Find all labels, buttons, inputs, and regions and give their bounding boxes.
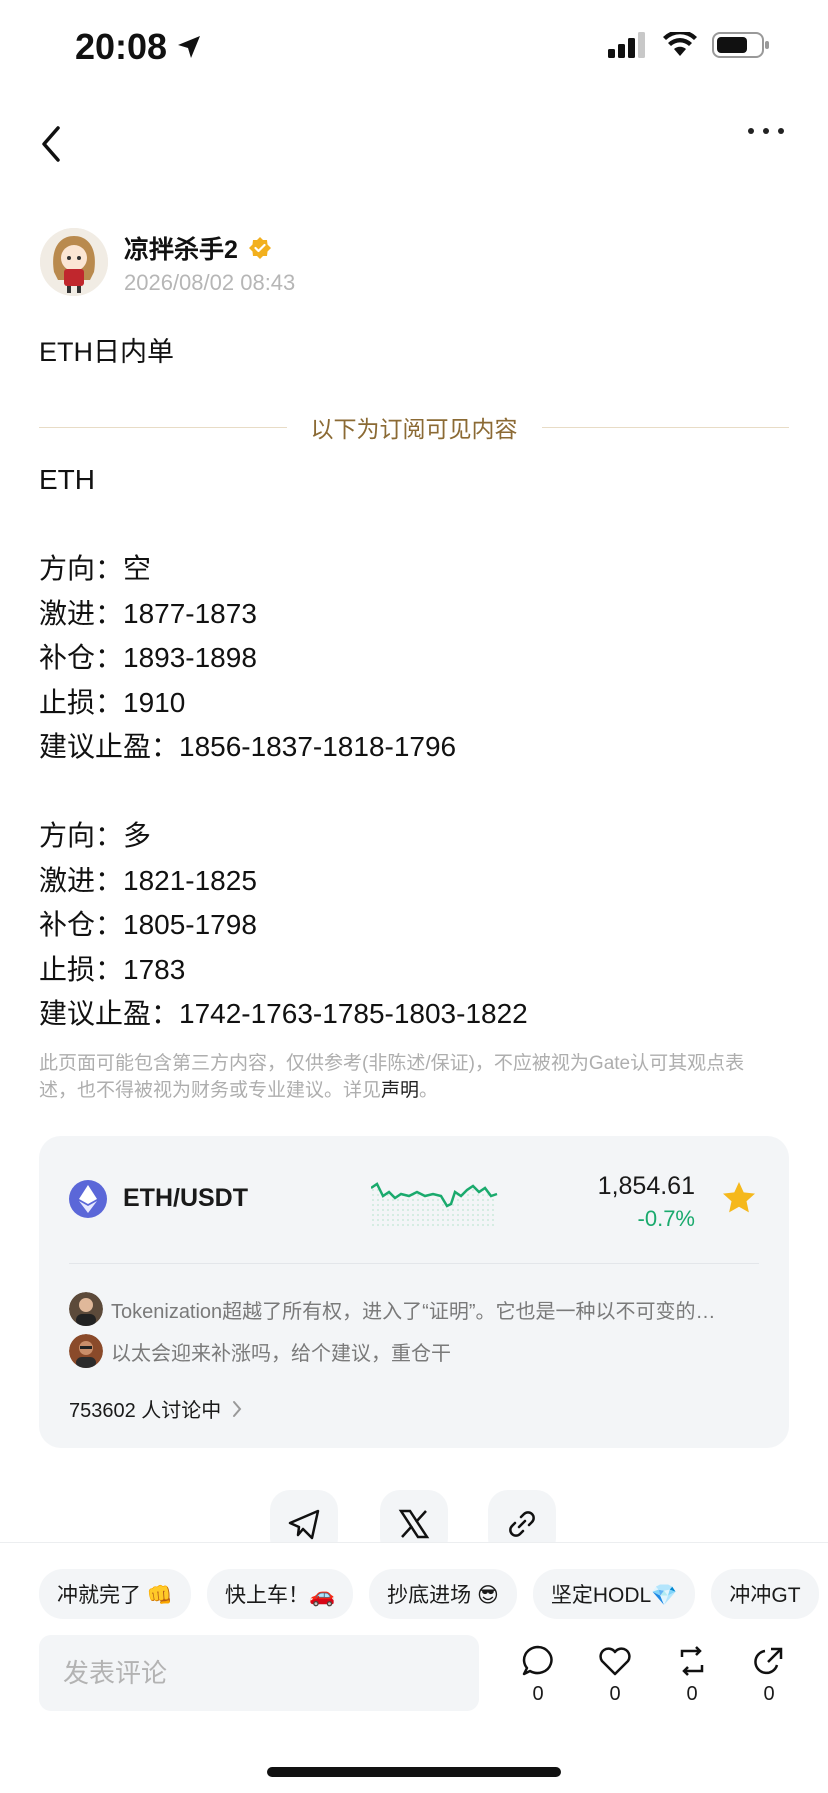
content-line: 激进：1821-1825: [39, 864, 257, 896]
more-button[interactable]: [748, 128, 784, 134]
comment-action[interactable]: 0: [518, 1643, 558, 1706]
share-count: 0: [763, 1683, 775, 1705]
price-sparkline: [371, 1182, 498, 1228]
bottom-comment-bar: 冲就完了 👊 快上车！🚗 抄底进场 😎 坚定HODL💎 冲冲GT 0 0 0 0: [0, 1542, 828, 1793]
trading-pair: ETH/USDT: [123, 1184, 248, 1212]
price-change: -0.7%: [637, 1206, 695, 1231]
avatar: [69, 1292, 103, 1326]
content-blank-line: [39, 503, 528, 548]
more-dot-icon: [748, 128, 754, 134]
repost-icon: [680, 1646, 704, 1676]
verified-badge-icon: [248, 237, 271, 259]
comment-icon: [522, 1645, 553, 1676]
content-line: ETH: [39, 464, 95, 495]
home-indicator: [267, 1767, 561, 1777]
wifi-icon: [663, 32, 697, 56]
more-dot-icon: [778, 128, 784, 134]
disclaimer: 此页面可能包含第三方内容，仅供参考(非陈述/保证)，不应被视为Gate认可其观点…: [39, 1050, 779, 1104]
chevron-left-icon: [42, 126, 60, 162]
reaction-chip[interactable]: 坚定HODL💎: [532, 1569, 696, 1619]
post-title: ETH日内单: [39, 337, 174, 367]
card-separator: [69, 1263, 759, 1264]
content-line: 补仓：1805-1798: [39, 909, 257, 940]
post-date: 2026/08/02 08:43: [124, 270, 296, 295]
status-bar-time: 20:08: [75, 26, 203, 68]
divider-line: [541, 426, 789, 428]
discussion-count-link[interactable]: 753602 人讨论中: [69, 1394, 243, 1423]
content-line: 止损：1783: [39, 953, 186, 985]
comment-count: 0: [532, 1683, 544, 1705]
content-line: 建议止盈：1742-1763-1785-1803-1822: [39, 998, 528, 1029]
like-action[interactable]: 0: [595, 1643, 635, 1706]
back-button[interactable]: [36, 124, 70, 164]
reaction-chips: 冲就完了 👊 快上车！🚗 抄底进场 😎 坚定HODL💎 冲冲GT: [39, 1569, 819, 1619]
post-content: ETH 方向：空 激进：1877-1873 补仓：1893-1898 止损：19…: [39, 458, 528, 1037]
avatar: [69, 1334, 103, 1368]
author-avatar[interactable]: [40, 228, 108, 296]
disclaimer-link[interactable]: 声明: [381, 1080, 419, 1101]
reaction-chip[interactable]: 冲就完了 👊: [39, 1569, 191, 1619]
content-line: 方向：多: [39, 820, 152, 851]
content-blank-line: [39, 770, 528, 815]
telegram-icon: [288, 1509, 320, 1540]
content-line: 补仓：1893-1898: [39, 642, 257, 673]
market-card[interactable]: ETH/USDT 1,854.61 -0.7% Tokenization超越了所…: [39, 1136, 789, 1448]
disclaimer-end: 。: [419, 1080, 439, 1101]
discussion-text: 以太会迎来补涨吗，给个建议，重仓干: [111, 1342, 451, 1365]
signal-icon: [608, 32, 645, 58]
reaction-chip[interactable]: 抄底进场 😎: [369, 1569, 517, 1619]
avatar-illustration: [40, 228, 108, 296]
discussion-count: 753602 人讨论中: [69, 1400, 222, 1422]
favorite-star-icon[interactable]: [721, 1180, 757, 1216]
discussion-item[interactable]: Tokenization超越了所有权，进入了“证明”。它也是一种以不可变的…: [69, 1292, 759, 1326]
content-line: 止损：1910: [39, 686, 186, 718]
link-icon: [509, 1511, 535, 1537]
divider-label: 以下为订阅可见内容: [310, 416, 518, 442]
like-count: 0: [609, 1683, 621, 1705]
more-dot-icon: [763, 128, 769, 134]
current-price: 1,854.61: [597, 1172, 695, 1200]
ethereum-icon: [69, 1180, 107, 1218]
repost-count: 0: [686, 1683, 698, 1705]
discussion-item[interactable]: 以太会迎来补涨吗，给个建议，重仓干: [69, 1334, 759, 1368]
like-icon: [599, 1647, 631, 1676]
x-logo-icon: [398, 1509, 430, 1539]
author-name-row[interactable]: 凉拌杀手2: [124, 230, 272, 266]
time-label: 20:08: [75, 26, 168, 67]
status-bar-indicators: [608, 32, 770, 58]
comment-input[interactable]: [39, 1635, 479, 1711]
share-action[interactable]: 0: [749, 1643, 789, 1706]
reaction-chip[interactable]: 快上车！🚗: [206, 1569, 354, 1619]
discussion-text: Tokenization超越了所有权，进入了“证明”。它也是一种以不可变的…: [111, 1300, 716, 1323]
author-name: 凉拌杀手2: [124, 236, 238, 264]
subscription-divider: 以下为订阅可见内容: [39, 410, 789, 444]
divider-line: [39, 426, 287, 428]
chevron-right-icon: [233, 1400, 242, 1417]
share-icon: [754, 1647, 783, 1675]
content-line: 建议止盈：1856-1837-1818-1796: [39, 731, 457, 762]
battery-icon: [712, 32, 769, 58]
repost-action[interactable]: 0: [672, 1643, 712, 1706]
content-line: 方向：空: [39, 553, 152, 584]
content-line: 激进：1877-1873: [39, 597, 257, 629]
location-arrow-icon: [178, 36, 201, 58]
reaction-chip[interactable]: 冲冲GT: [711, 1569, 819, 1619]
